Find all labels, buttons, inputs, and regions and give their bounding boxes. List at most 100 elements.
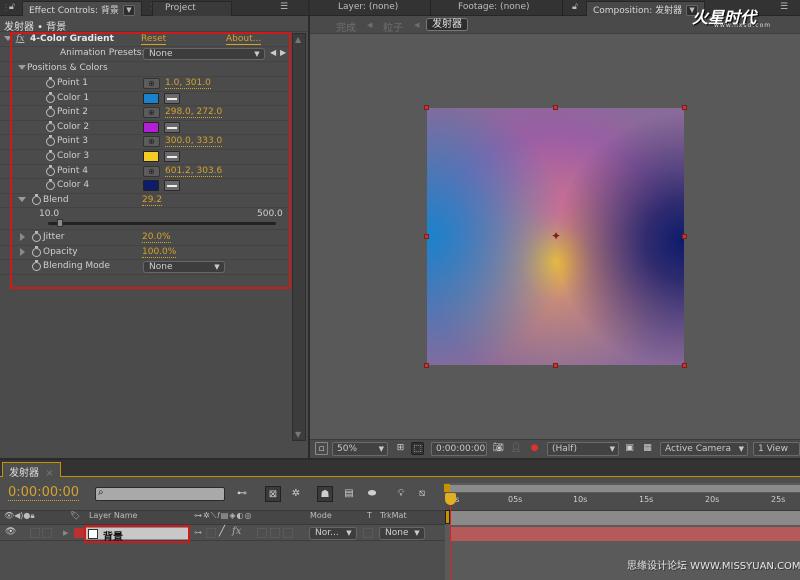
track-matte-select[interactable]: None ▼ [379,527,425,540]
panel-menu-icon[interactable]: ☰ [780,2,788,12]
column-mode[interactable]: Mode [310,511,332,525]
scroll-up-icon[interactable]: ▲ [295,35,301,44]
show-snapshot-icon[interactable]: 👤︎ [510,442,523,455]
transform-handle[interactable] [553,105,558,110]
layer-search-input[interactable]: ⌕ [95,487,225,501]
current-time-indicator-head[interactable] [445,493,456,505]
always-preview-icon[interactable]: ▫ [315,442,328,455]
layer-duration-bar[interactable] [450,527,800,541]
layer-label-color[interactable] [74,528,84,538]
timeline-tabbar: 发射器 × [0,460,800,479]
comp-nav-item[interactable]: 完成 [336,19,356,34]
view-layout-select[interactable]: 1 View [753,442,800,456]
footer-watermark: 思缘设计论坛 WWW.MISSYUAN.COM [627,561,800,572]
effect-switch-icon[interactable]: fx [232,526,241,537]
current-time[interactable]: 0:00:00:00 [8,486,80,501]
ruler-label: 25s [771,495,786,504]
ruler-label: 05s [508,495,523,504]
panel-menu-icon[interactable]: ☰ [280,2,288,12]
label-tag-icon: 🏷︎ [70,511,81,520]
transparency-grid-icon[interactable]: ▦ [641,442,654,455]
effect-controls-scrollbar[interactable]: ▲ ▼ [292,33,306,441]
dropdown-arrow-icon: ▼ [609,445,615,453]
motion-blur-switch[interactable] [270,528,280,538]
tab-footage[interactable]: Footage: (none) [450,0,538,16]
draft-3d-icon[interactable]: ✲ [288,486,304,502]
comp-nav-item-active[interactable]: 发射器 [426,18,468,31]
3d-layer-switch[interactable] [283,528,293,538]
transform-handle[interactable] [682,363,687,368]
timeline-panel: 发射器 × 0:00:00:00 ⌕ ⊷ ⊠ ✲ ☗ ▤ ⬬ 💡︎ ⧅ 👁︎◀)… [0,460,800,580]
visibility-eye-icon[interactable]: 👁︎ [5,527,16,537]
frame-blend-switch[interactable] [257,528,267,538]
toggle-transparency-grid-icon[interactable]: ⬚ [411,442,424,455]
blend-mode-select[interactable]: Nor... ▼ [309,527,357,540]
lock-toggle[interactable] [42,528,52,538]
expand-layer-icon[interactable]: ▶ [63,529,68,537]
scroll-down-icon[interactable]: ▼ [295,430,301,439]
layer-highlight-box [84,525,190,543]
lock-icon[interactable]: 🔓︎ [572,2,578,12]
motion-blur-icon[interactable]: ⬬ [364,486,380,502]
tab-timeline-comp[interactable]: 发射器 × [2,462,61,479]
collapse-switch[interactable] [206,528,216,538]
dropdown-arrow-icon: ▼ [738,445,744,453]
effect-controls-tabbar: ⋮ 🔓︎ Effect Controls: 背景▼ × Project ☰ [0,0,308,16]
tab-project[interactable]: Project [152,1,232,16]
magnification-select[interactable]: 50% ▼ [332,442,388,456]
camera-view-select[interactable]: Active Camera ▼ [660,442,748,456]
transform-handle[interactable] [682,234,687,239]
dropdown-arrow-icon: ▼ [414,529,420,537]
hide-shy-layers-icon[interactable]: ☗ [317,486,333,502]
solo-toggle[interactable] [30,528,40,538]
tab-effect-controls[interactable]: Effect Controls: 背景 ▼ [22,1,142,16]
search-icon: ⌕ [98,487,104,498]
composition-panel: Layer: (none) Footage: (none) 🔓︎ Composi… [310,0,800,458]
shy-switch-icon[interactable]: ⊶ [194,528,202,537]
frame-blending-icon[interactable]: ▤ [341,486,357,502]
column-layer-name[interactable]: Layer Name [89,511,137,525]
region-of-interest-icon[interactable]: ⊞ [394,442,407,455]
composition-navigator: 完成 ◀ 粒子 ◀ 发射器 火星时代 www.hxsd.com [310,8,800,34]
current-time-indicator-line[interactable] [450,493,451,580]
resolution-select[interactable]: (Half) ▼ [547,442,619,456]
tab-composition[interactable]: Composition: 发射器 ▼ [586,1,706,16]
time-navigator-bar[interactable] [450,485,800,492]
graph-editor-icon[interactable]: ⧅ [414,486,430,502]
preserve-transparency-toggle[interactable] [363,528,373,538]
layer-row[interactable]: 👁︎ ▶ 背景 ⊶ ╱ fx Nor... ▼ None ▼ [0,526,445,543]
channel-rgb-icon[interactable]: ● [528,442,541,455]
switches-icons: ⊶✲⟍𝑓▤◈◐◎ [194,511,253,520]
ruler-label: 10s [573,495,588,504]
comp-mini-flowchart-icon[interactable]: ⊷ [234,486,250,502]
transform-handle[interactable] [424,105,429,110]
breadcrumb: 发射器 • 背景 [0,16,308,33]
column-trkmat[interactable]: TrkMat [380,511,407,525]
dropdown-arrow-icon: ▼ [346,529,352,537]
av-features-icons: 👁︎◀)●🔒︎ [4,511,35,520]
transform-handle[interactable] [424,234,429,239]
fast-previews-icon[interactable]: ▣ [623,442,636,455]
tab-dropdown-button[interactable]: ▼ [122,5,135,16]
anchor-point-icon[interactable]: ✦ [551,229,561,243]
nav-arrow-icon: ◀ [367,21,373,29]
navigator-start-handle[interactable] [444,484,450,492]
time-ruler[interactable] [445,493,800,511]
tab-layer[interactable]: Layer: (none) [330,0,406,16]
current-time-display[interactable]: 0:00:00:00 [431,442,487,456]
column-t[interactable]: T [367,511,372,525]
lock-icon[interactable]: 🔓︎ [9,2,19,13]
transform-handle[interactable] [682,105,687,110]
live-update-icon[interactable]: ⊠ [265,486,281,502]
transform-handle[interactable] [553,363,558,368]
highlight-box [10,32,291,289]
ruler-label: 15s [639,495,654,504]
transform-handle[interactable] [424,363,429,368]
watermark-url: www.hxsd.com [714,22,772,29]
comp-nav-item[interactable]: 粒子 [383,19,403,34]
quality-switch-icon[interactable]: ╱ [219,526,225,537]
brainstorm-icon[interactable]: 💡︎ [393,486,409,502]
close-tab-icon[interactable]: × [45,468,53,479]
work-area-bar[interactable] [450,511,800,525]
snapshot-camera-icon[interactable]: 📷︎ [492,442,505,455]
